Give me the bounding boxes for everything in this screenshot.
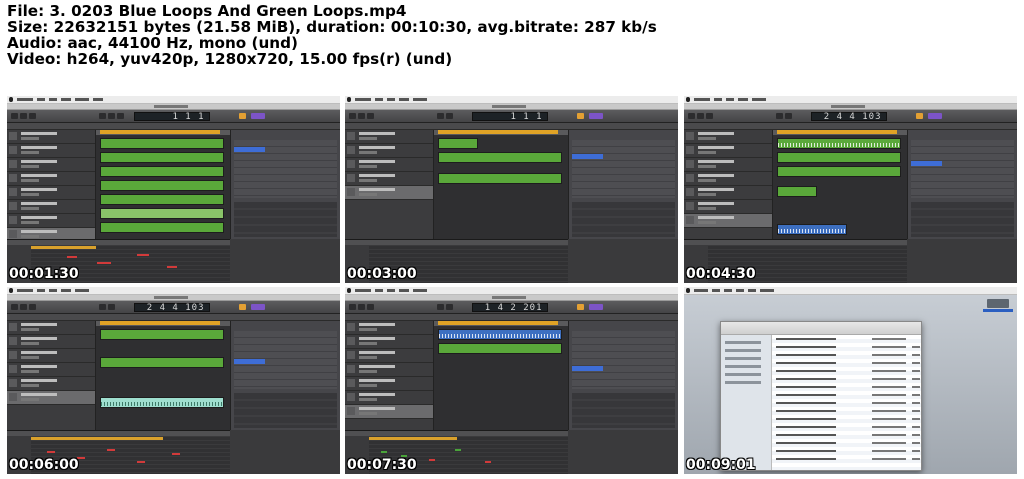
video-info-line: Video: h264, yuv420p, 1280x720, 15.00 fp… bbox=[7, 50, 453, 68]
control-bar: 1 1 1 bbox=[345, 110, 678, 123]
thumbnail-6[interactable]: 00:09:01 bbox=[684, 287, 1017, 474]
thumbnail-2[interactable]: 1 1 1 00:03:00 bbox=[345, 96, 678, 283]
menu-bar bbox=[684, 96, 1017, 104]
control-bar: 1 4 2 201 bbox=[345, 301, 678, 314]
apple-icon bbox=[686, 288, 690, 293]
timestamp: 00:03:00 bbox=[347, 266, 417, 282]
lcd-display: 1 4 2 201 bbox=[471, 303, 548, 313]
menu-bar bbox=[684, 287, 1017, 295]
loop-browser[interactable] bbox=[568, 321, 678, 430]
timestamp: 00:01:30 bbox=[9, 266, 79, 282]
loop-browser[interactable] bbox=[907, 130, 1017, 239]
control-bar: 2 4 4 103 bbox=[684, 110, 1017, 123]
arrange-area[interactable] bbox=[96, 130, 230, 239]
control-bar: 2 4 4 103 bbox=[7, 301, 340, 314]
timestamp: 00:07:30 bbox=[347, 457, 417, 473]
thumbnail-3[interactable]: 2 4 4 103 00:04:30 bbox=[684, 96, 1017, 283]
track-list bbox=[345, 130, 434, 239]
arrange-area[interactable] bbox=[434, 321, 568, 430]
lcd-display: 1 1 1 bbox=[133, 112, 210, 122]
loop-browser[interactable] bbox=[230, 321, 340, 430]
apple-icon bbox=[9, 288, 13, 293]
finder-file-list[interactable] bbox=[772, 335, 921, 470]
audio-info-line: Audio: aac, 44100 Hz, mono (und) bbox=[7, 34, 298, 52]
track-list bbox=[7, 321, 96, 430]
file-size-line: Size: 22632151 bytes (21.58 MiB), durati… bbox=[7, 18, 657, 36]
file-name-line: File: 3. 0203 Blue Loops And Green Loops… bbox=[7, 2, 407, 20]
loop-browser[interactable] bbox=[568, 130, 678, 239]
track-list bbox=[7, 130, 96, 242]
menu-bar bbox=[7, 96, 340, 104]
timestamp: 00:09:01 bbox=[686, 457, 756, 473]
timestamp: 00:06:00 bbox=[9, 457, 79, 473]
menu-bar bbox=[345, 96, 678, 104]
thumbnail-1[interactable]: 1 1 1 00:01:30 bbox=[7, 96, 340, 283]
thumbnail-5[interactable]: 1 4 2 201 00:07:30 bbox=[345, 287, 678, 474]
arrange-area[interactable] bbox=[434, 130, 568, 239]
thumbnail-4[interactable]: 2 4 4 103 00:06:00 bbox=[7, 287, 340, 474]
finder-sidebar[interactable] bbox=[721, 335, 772, 470]
finder-toolbar bbox=[721, 322, 921, 335]
menu-bar bbox=[345, 287, 678, 295]
menu-bar bbox=[7, 287, 340, 295]
lcd-display: 2 4 4 103 bbox=[810, 112, 887, 122]
apple-icon bbox=[9, 97, 13, 102]
track-list bbox=[345, 321, 434, 430]
loop-browser[interactable] bbox=[230, 130, 340, 239]
finder-window[interactable] bbox=[720, 321, 922, 471]
timestamp: 00:04:30 bbox=[686, 266, 756, 282]
arrange-area[interactable] bbox=[773, 130, 907, 239]
track-list bbox=[684, 130, 773, 239]
apple-icon bbox=[686, 97, 690, 102]
control-bar: 1 1 1 bbox=[7, 110, 340, 123]
arrange-area[interactable] bbox=[96, 321, 230, 430]
lcd-display: 1 1 1 bbox=[471, 112, 548, 122]
hard-drive-icon[interactable] bbox=[987, 299, 1009, 308]
apple-icon bbox=[347, 288, 351, 293]
apple-icon bbox=[347, 97, 351, 102]
lcd-display: 2 4 4 103 bbox=[133, 303, 210, 313]
file-info: File: 3. 0203 Blue Loops And Green Loops… bbox=[7, 3, 1017, 67]
